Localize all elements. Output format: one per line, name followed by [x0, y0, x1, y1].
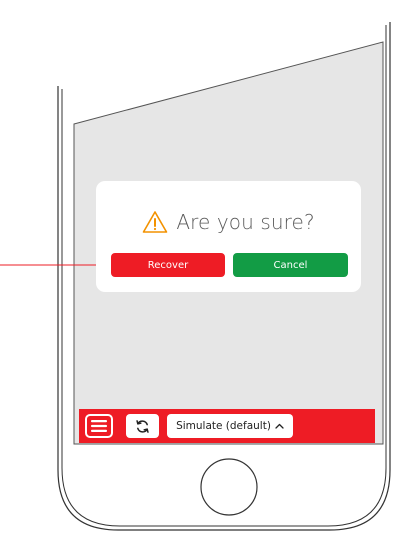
dialog-header: Are you sure?	[96, 205, 361, 239]
simulate-select[interactable]: Simulate (default)	[167, 414, 293, 438]
bottom-toolbar: Simulate (default)	[79, 409, 375, 443]
refresh-icon	[136, 419, 149, 433]
menu-button[interactable]	[85, 414, 113, 438]
warning-icon	[143, 211, 168, 233]
refresh-button[interactable]	[126, 414, 159, 438]
menu-icon	[91, 420, 107, 432]
dialog-title: Are you sure?	[176, 210, 315, 234]
simulate-label: Simulate (default)	[176, 420, 271, 432]
home-button	[200, 458, 258, 516]
confirm-dialog: Are you sure? Recover Cancel	[96, 181, 361, 292]
cancel-button[interactable]: Cancel	[233, 253, 348, 277]
recover-button[interactable]: Recover	[111, 253, 225, 277]
chevron-up-icon	[275, 423, 284, 429]
